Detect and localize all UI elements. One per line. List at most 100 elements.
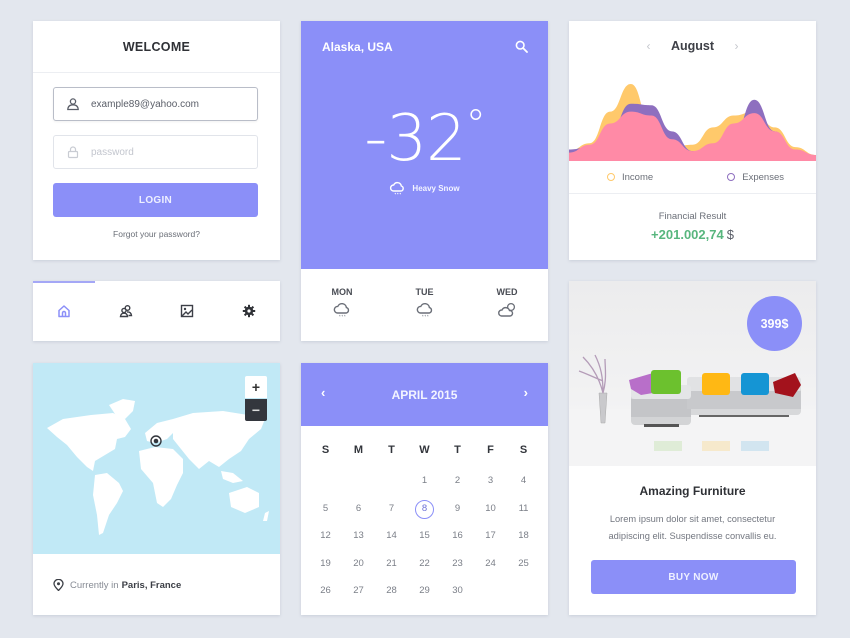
tab-gallery[interactable] bbox=[157, 281, 219, 341]
weekday-header: T bbox=[388, 444, 395, 456]
calendar-day[interactable]: 3 bbox=[474, 468, 507, 496]
continent-se-asia bbox=[221, 471, 243, 483]
calendar-day-number: 19 bbox=[320, 557, 331, 569]
calendar-day-number: 4 bbox=[520, 475, 527, 486]
tab-settings[interactable] bbox=[218, 281, 280, 341]
location-name: Paris, France bbox=[121, 579, 182, 591]
world-map[interactable] bbox=[33, 363, 280, 554]
password-input[interactable] bbox=[91, 146, 251, 158]
calendar-day-number: 22 bbox=[419, 557, 430, 569]
weekday-header: W bbox=[419, 444, 430, 456]
calendar-day[interactable]: 16 bbox=[441, 523, 474, 551]
zoom-out-button[interactable]: − bbox=[245, 399, 267, 421]
map-pin-icon bbox=[53, 579, 64, 591]
forecast-day: TUE bbox=[402, 287, 448, 319]
calendar-day-number: 15 bbox=[419, 530, 430, 542]
continent-south-america bbox=[93, 473, 123, 535]
legend-income: Income bbox=[607, 172, 653, 183]
tab-home[interactable] bbox=[33, 281, 95, 341]
calendar-day[interactable]: 9 bbox=[441, 496, 474, 524]
current-location: Currently in Paris, France bbox=[53, 579, 181, 591]
calendar-day[interactable]: 10 bbox=[474, 496, 507, 524]
calendar-day[interactable]: 30 bbox=[441, 578, 474, 606]
tab-users[interactable] bbox=[95, 281, 157, 341]
forecast-day-label: TUE bbox=[415, 287, 434, 297]
calendar-header: ‹ APRIL 2015 › bbox=[301, 363, 548, 426]
price-badge: 399$ bbox=[747, 296, 802, 351]
calendar-day-number: 3 bbox=[487, 475, 494, 486]
calendar-day[interactable]: 21 bbox=[375, 551, 408, 579]
calendar-day-number: 18 bbox=[518, 530, 529, 542]
calendar-day[interactable]: 29 bbox=[408, 578, 441, 606]
forecast-row: MON TUE WED bbox=[301, 269, 548, 319]
weekday-header: M bbox=[353, 444, 364, 456]
calendar-day[interactable]: 4 bbox=[507, 468, 540, 496]
calendar-day-selected[interactable]: 8 bbox=[408, 496, 441, 524]
calendar-day[interactable]: 22 bbox=[408, 551, 441, 579]
login-button[interactable]: LOGIN bbox=[53, 183, 258, 217]
financial-result-currency: $ bbox=[726, 227, 734, 242]
zoom-in-button[interactable]: + bbox=[245, 376, 267, 398]
weather-current: Alaska, USA -32° Heavy Snow bbox=[301, 21, 548, 269]
calendar-blank bbox=[375, 468, 408, 496]
calendar-day[interactable]: 15 bbox=[408, 523, 441, 551]
forecast-day: MON bbox=[319, 287, 365, 319]
calendar-day[interactable]: 24 bbox=[474, 551, 507, 579]
password-field[interactable] bbox=[53, 135, 258, 169]
sofa-photo: 399$ bbox=[569, 281, 816, 466]
calendar-day[interactable]: 13 bbox=[342, 523, 375, 551]
calendar-day[interactable]: 26 bbox=[309, 578, 342, 606]
month-switcher: ‹ August › bbox=[569, 39, 816, 53]
calendar-day[interactable]: 19 bbox=[309, 551, 342, 579]
forecast-day-label: MON bbox=[331, 287, 353, 297]
calendar-day[interactable]: 2 bbox=[441, 468, 474, 496]
calendar-day[interactable]: 25 bbox=[507, 551, 540, 579]
calendar-day[interactable]: 12 bbox=[309, 523, 342, 551]
continent-north-america bbox=[47, 413, 131, 471]
calendar-day-number: 23 bbox=[452, 557, 463, 569]
forgot-password-link[interactable]: Forgot your password? bbox=[33, 229, 280, 239]
search-icon[interactable] bbox=[515, 40, 528, 53]
calendar-day[interactable]: 6 bbox=[342, 496, 375, 524]
financial-result-value: +201.002,74 bbox=[651, 227, 724, 242]
calendar-day[interactable]: 11 bbox=[507, 496, 540, 524]
next-month-button[interactable]: › bbox=[715, 39, 759, 53]
buy-now-button[interactable]: BUY NOW bbox=[591, 560, 796, 594]
snow-cloud-icon bbox=[416, 302, 432, 317]
image-icon bbox=[181, 304, 194, 318]
prev-month-button[interactable]: ‹ bbox=[321, 385, 325, 400]
calendar-day[interactable]: 7 bbox=[375, 496, 408, 524]
prev-month-button[interactable]: ‹ bbox=[627, 39, 671, 53]
forecast-day: WED bbox=[484, 287, 530, 319]
calendar-day[interactable]: 27 bbox=[342, 578, 375, 606]
weekday-header: S bbox=[519, 444, 528, 456]
calendar-blank bbox=[342, 468, 375, 496]
calendar-day[interactable]: 17 bbox=[474, 523, 507, 551]
calendar-blank bbox=[309, 468, 342, 496]
calendar-day[interactable]: 20 bbox=[342, 551, 375, 579]
email-field[interactable] bbox=[53, 87, 258, 121]
weekday-header: F bbox=[487, 444, 494, 456]
weather-location: Alaska, USA bbox=[322, 40, 393, 54]
calendar-day-number: 13 bbox=[353, 530, 364, 542]
email-input[interactable] bbox=[91, 98, 251, 110]
chart-legend: Income Expenses bbox=[569, 161, 816, 194]
calendar-day-number: 26 bbox=[320, 585, 331, 597]
calendar-day[interactable]: 14 bbox=[375, 523, 408, 551]
temperature: -32° bbox=[364, 102, 486, 176]
calendar-day[interactable]: 23 bbox=[441, 551, 474, 579]
calendar-day[interactable]: 18 bbox=[507, 523, 540, 551]
calendar-day-number: 1 bbox=[421, 475, 428, 486]
financial-result-label: Financial Result bbox=[658, 211, 727, 222]
tab-bar bbox=[33, 281, 280, 341]
calendar-day[interactable]: 1 bbox=[408, 468, 441, 496]
calendar-day-number: 24 bbox=[485, 557, 496, 569]
calendar-day-number: 27 bbox=[353, 585, 364, 597]
calendar-day[interactable]: 28 bbox=[375, 578, 408, 606]
continent-australia bbox=[229, 487, 259, 513]
legend-expenses: Expenses bbox=[727, 172, 784, 183]
finance-area-chart bbox=[569, 83, 816, 161]
next-month-button[interactable]: › bbox=[524, 385, 528, 400]
product-description: Lorem ipsum dolor sit amet, consectetur … bbox=[608, 514, 777, 541]
calendar-day[interactable]: 5 bbox=[309, 496, 342, 524]
